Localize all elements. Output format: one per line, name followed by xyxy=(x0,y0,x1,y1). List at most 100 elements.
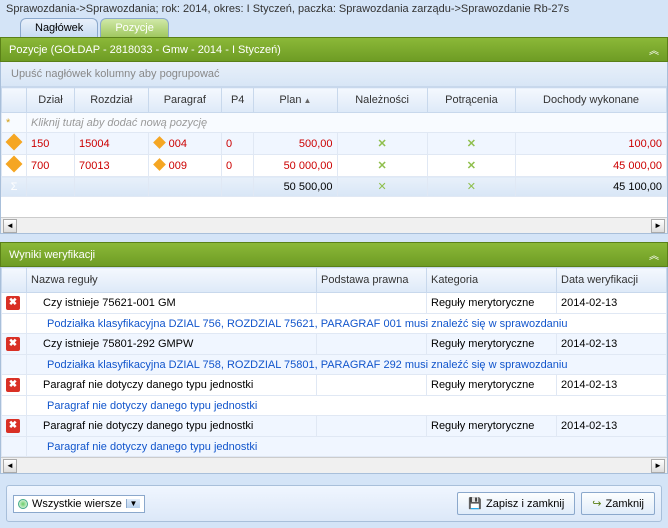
cell-rozdzial[interactable]: 15004 xyxy=(75,133,149,155)
clear-icon[interactable]: ✕ xyxy=(427,155,515,177)
rule-date: 2014-02-13 xyxy=(557,334,667,355)
rule-row[interactable]: ✖ Paragraf nie dotyczy danego typu jedno… xyxy=(2,416,667,437)
rule-cat: Reguły merytoryczne xyxy=(427,416,557,437)
col-date[interactable]: Data weryfikacji xyxy=(557,268,667,293)
clear-icon[interactable]: ✕ xyxy=(337,177,427,197)
table-row[interactable]: 150 15004 004 0 500,00 ✕ ✕ 100,00 xyxy=(2,133,667,155)
cell-p4[interactable]: 0 xyxy=(222,133,254,155)
cell-dzial[interactable]: 700 xyxy=(27,155,75,177)
tab-bar: Nagłówek Pozycje xyxy=(0,18,668,37)
filter-combo[interactable]: Wszystkie wiersze ▼ xyxy=(13,495,145,513)
cell-plan[interactable]: 50 000,00 xyxy=(254,155,337,177)
rule-basis xyxy=(317,293,427,314)
h-scrollbar[interactable]: ◄ ► xyxy=(1,457,667,473)
col-rule-name[interactable]: Nazwa reguły xyxy=(27,268,317,293)
rule-detail-text: Podziałka klasyfikacyjna DZIAL 758, ROZD… xyxy=(27,355,667,375)
verify-grid: Nazwa reguły Podstawa prawna Kategoria D… xyxy=(0,267,668,474)
col-paragraf[interactable]: Paragraf xyxy=(148,88,222,113)
star-icon: * xyxy=(2,113,27,133)
indicator-col xyxy=(2,88,27,113)
clear-icon[interactable]: ✕ xyxy=(427,133,515,155)
error-icon: ✖ xyxy=(2,375,27,396)
rule-basis xyxy=(317,375,427,396)
rule-detail-row: Podziałka klasyfikacyjna DZIAL 756, ROZD… xyxy=(2,314,667,334)
close-label: Zamknij xyxy=(605,498,644,510)
rule-name: Paragraf nie dotyczy danego typu jednost… xyxy=(27,375,317,396)
clear-icon[interactable]: ✕ xyxy=(337,133,427,155)
column-header-row: Nazwa reguły Podstawa prawna Kategoria D… xyxy=(2,268,667,293)
warn-icon xyxy=(2,133,27,155)
table-row[interactable]: 700 70013 009 0 50 000,00 ✕ ✕ 45 000,00 xyxy=(2,155,667,177)
save-close-button[interactable]: 💾 Zapisz i zamknij xyxy=(457,492,575,515)
rule-date: 2014-02-13 xyxy=(557,293,667,314)
breadcrumb: Sprawozdania->Sprawozdania; rok: 2014, o… xyxy=(0,0,668,18)
cell-rozdzial[interactable]: 70013 xyxy=(75,155,149,177)
rule-detail-text: Paragraf nie dotyczy danego typu jednost… xyxy=(27,437,667,457)
rule-date: 2014-02-13 xyxy=(557,375,667,396)
error-icon: ✖ xyxy=(2,293,27,314)
rule-name: Czy istnieje 75621-001 GM xyxy=(27,293,317,314)
h-scrollbar[interactable]: ◄ ► xyxy=(1,217,667,233)
col-rozdzial[interactable]: Rozdział xyxy=(75,88,149,113)
save-icon: 💾 xyxy=(468,497,482,510)
rule-name: Paragraf nie dotyczy danego typu jednost… xyxy=(27,416,317,437)
rule-cat: Reguły merytoryczne xyxy=(427,293,557,314)
chevron-down-icon[interactable]: ▼ xyxy=(126,499,140,508)
verify-panel-title: Wyniki weryfikacji xyxy=(9,249,95,261)
clear-icon[interactable]: ✕ xyxy=(337,155,427,177)
col-dzial[interactable]: Dział xyxy=(27,88,75,113)
cell-p4[interactable]: 0 xyxy=(222,155,254,177)
verify-panel-header: Wyniki weryfikacji ︽ xyxy=(0,242,668,267)
col-basis[interactable]: Podstawa prawna xyxy=(317,268,427,293)
cell-plan[interactable]: 500,00 xyxy=(254,133,337,155)
cell-paragraf[interactable]: 004 xyxy=(148,133,222,155)
group-by-hint[interactable]: Upuść nagłówek kolumny aby pogrupować xyxy=(1,62,667,87)
rule-basis xyxy=(317,416,427,437)
save-label: Zapisz i zamknij xyxy=(486,498,564,510)
positions-grid: Upuść nagłówek kolumny aby pogrupować Dz… xyxy=(0,62,668,234)
positions-panel-header: Pozycje (GOŁDAP - 2818033 - Gmw - 2014 -… xyxy=(0,37,668,62)
new-row[interactable]: * Kliknij tutaj aby dodać nową pozycję xyxy=(2,113,667,133)
close-button[interactable]: ↪ Zamknij xyxy=(581,492,655,515)
col-naleznosci[interactable]: Należności xyxy=(337,88,427,113)
indicator-col xyxy=(2,268,27,293)
scroll-left-icon[interactable]: ◄ xyxy=(3,219,17,233)
sigma-icon: Σ xyxy=(2,177,27,197)
close-icon: ↪ xyxy=(592,497,601,510)
sum-dochody: 45 100,00 xyxy=(516,177,667,197)
col-plan[interactable]: Plan▲ xyxy=(254,88,337,113)
cell-dochody[interactable]: 100,00 xyxy=(516,133,667,155)
cell-dzial[interactable]: 150 xyxy=(27,133,75,155)
cell-paragraf[interactable]: 009 xyxy=(148,155,222,177)
clear-icon[interactable]: ✕ xyxy=(427,177,515,197)
rule-row[interactable]: ✖ Czy istnieje 75801-292 GMPW Reguły mer… xyxy=(2,334,667,355)
scroll-right-icon[interactable]: ► xyxy=(651,219,665,233)
col-category[interactable]: Kategoria xyxy=(427,268,557,293)
collapse-icon[interactable]: ︽ xyxy=(649,247,659,262)
warn-icon xyxy=(2,155,27,177)
cell-dochody[interactable]: 45 000,00 xyxy=(516,155,667,177)
rule-basis xyxy=(317,334,427,355)
tab-header[interactable]: Nagłówek xyxy=(20,18,98,37)
rule-detail-row: Paragraf nie dotyczy danego typu jednost… xyxy=(2,396,667,416)
rule-name: Czy istnieje 75801-292 GMPW xyxy=(27,334,317,355)
rule-row[interactable]: ✖ Paragraf nie dotyczy danego typu jedno… xyxy=(2,375,667,396)
rule-cat: Reguły merytoryczne xyxy=(427,375,557,396)
col-p4[interactable]: P4 xyxy=(222,88,254,113)
tab-positions[interactable]: Pozycje xyxy=(100,18,169,37)
scroll-left-icon[interactable]: ◄ xyxy=(3,459,17,473)
new-row-hint[interactable]: Kliknij tutaj aby dodać nową pozycję xyxy=(27,113,667,133)
col-potracenia[interactable]: Potrącenia xyxy=(427,88,515,113)
rule-detail-text: Podziałka klasyfikacyjna DZIAL 756, ROZD… xyxy=(27,314,667,334)
rule-detail-text: Paragraf nie dotyczy danego typu jednost… xyxy=(27,396,667,416)
rule-row[interactable]: ✖ Czy istnieje 75621-001 GM Reguły meryt… xyxy=(2,293,667,314)
rule-detail-row: Paragraf nie dotyczy danego typu jednost… xyxy=(2,437,667,457)
scroll-right-icon[interactable]: ► xyxy=(651,459,665,473)
footer-bar: Wszystkie wiersze ▼ 💾 Zapisz i zamknij ↪… xyxy=(6,485,662,522)
sort-asc-icon: ▲ xyxy=(303,96,311,105)
col-dochody[interactable]: Dochody wykonane xyxy=(516,88,667,113)
collapse-icon[interactable]: ︽ xyxy=(649,42,659,57)
sum-plan: 50 500,00 xyxy=(254,177,337,197)
error-icon: ✖ xyxy=(2,416,27,437)
positions-panel-title: Pozycje (GOŁDAP - 2818033 - Gmw - 2014 -… xyxy=(9,44,281,56)
